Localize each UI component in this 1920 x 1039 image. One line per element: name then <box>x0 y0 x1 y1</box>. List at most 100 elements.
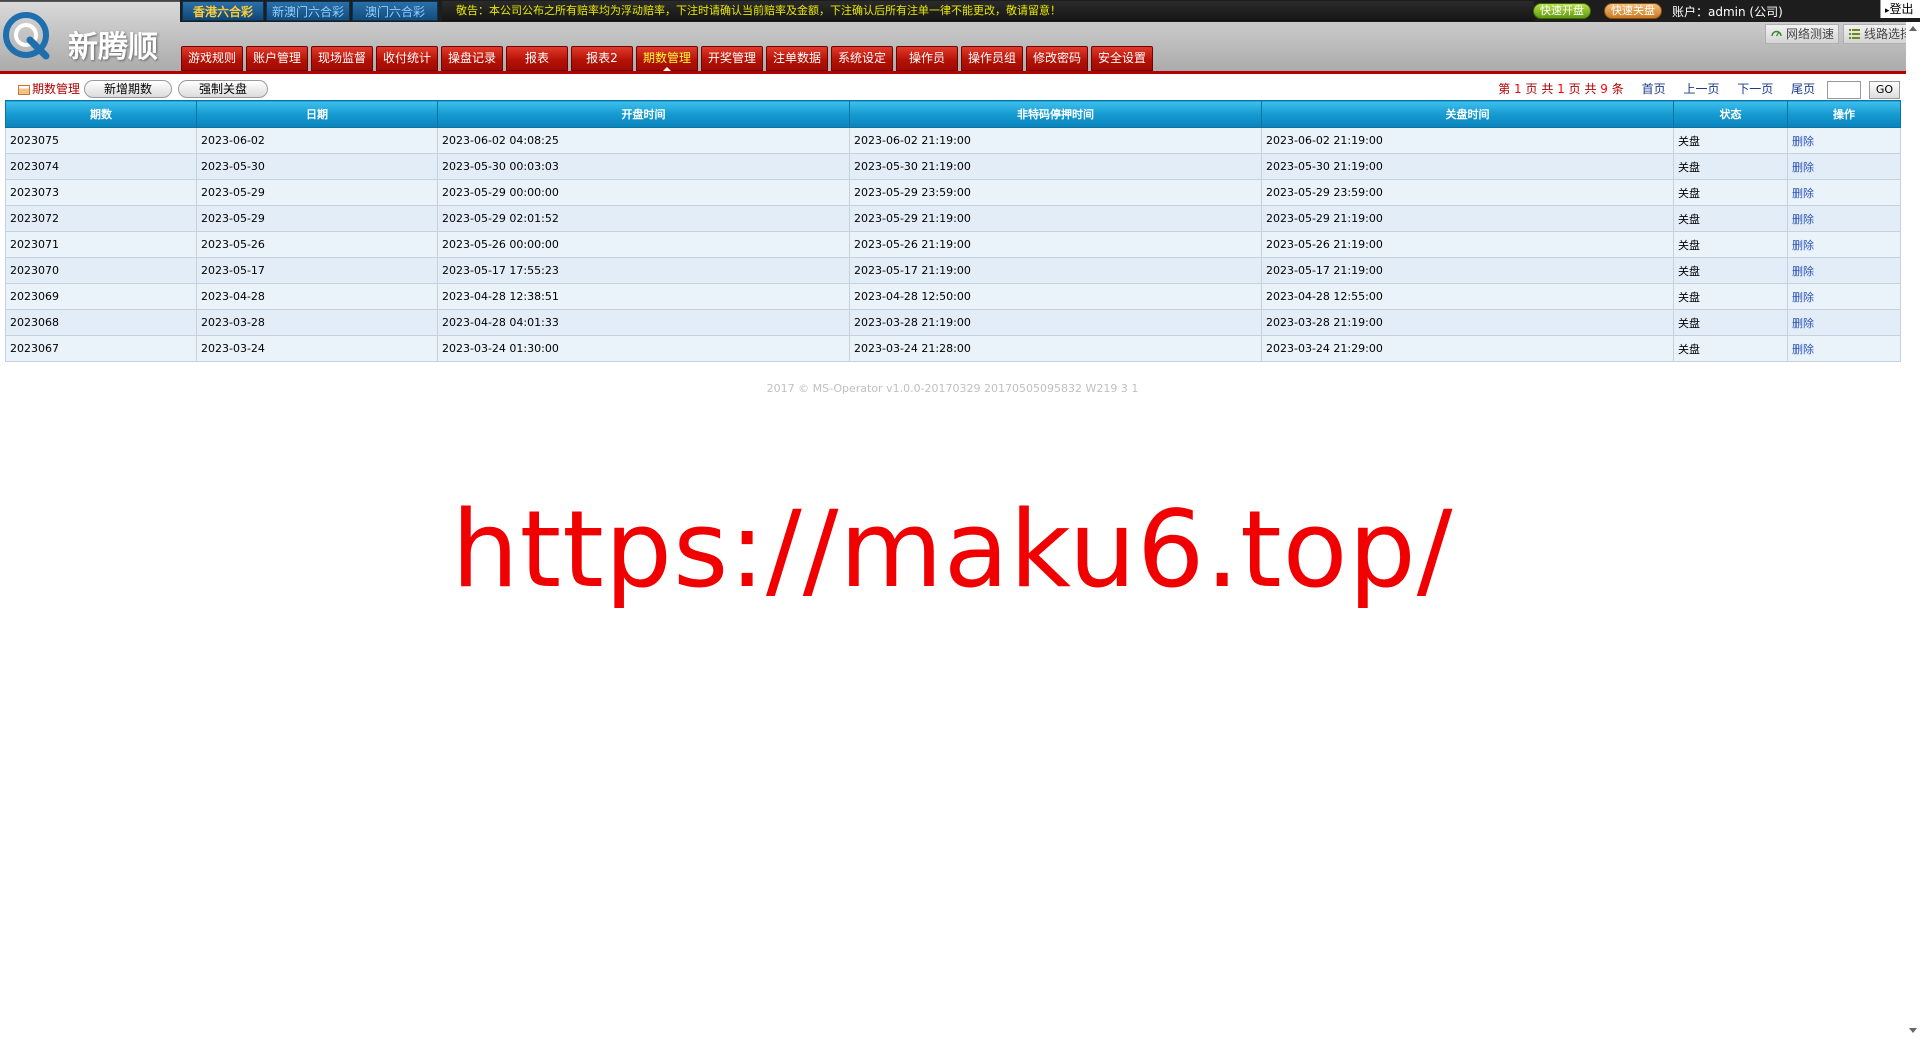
section-title-label: 期数管理 <box>32 82 81 96</box>
cell-stop-time: 2023-05-17 21:19:00 <box>849 257 1262 284</box>
cell-actions: 删除 <box>1787 231 1901 258</box>
nav-game-rules[interactable]: 游戏规则 <box>181 46 243 71</box>
cell-status: 关盘 <box>1673 127 1788 154</box>
cell-actions: 删除 <box>1787 127 1901 154</box>
column-header-date[interactable]: 日期 <box>196 100 438 128</box>
scroll-down-arrow-icon[interactable] <box>1909 1028 1917 1033</box>
cell-actions: 删除 <box>1787 309 1901 336</box>
column-header-open-time[interactable]: 开盘时间 <box>437 100 850 128</box>
cell-period: 2023075 <box>5 127 197 154</box>
delete-link[interactable]: 删除 <box>1792 187 1814 200</box>
nav-payment-stats[interactable]: 收付统计 <box>376 46 438 71</box>
cell-stop-time: 2023-04-28 12:50:00 <box>849 283 1262 310</box>
cell-date: 2023-03-28 <box>196 309 438 336</box>
column-header-non-special-stop-time[interactable]: 非特码停押时间 <box>849 100 1262 128</box>
table-row: 2023073 2023-05-29 2023-05-29 00:00:00 2… <box>5 179 1901 206</box>
pager-next-link[interactable]: 下一页 <box>1737 82 1773 96</box>
force-close-button[interactable]: 强制关盘 <box>178 80 268 98</box>
section-title: 期数管理 <box>18 80 80 97</box>
cell-close-time: 2023-05-29 21:19:00 <box>1261 205 1674 232</box>
add-period-button[interactable]: 新增期数 <box>84 80 172 98</box>
nav-report-2[interactable]: 报表2 <box>571 46 633 71</box>
watermark-url: https://maku6.top/ <box>451 488 1454 611</box>
cell-actions: 删除 <box>1787 179 1901 206</box>
column-header-status[interactable]: 状态 <box>1673 100 1788 128</box>
cell-period: 2023068 <box>5 309 197 336</box>
cell-open-time: 2023-05-29 00:00:00 <box>437 179 850 206</box>
delete-link[interactable]: 删除 <box>1792 265 1814 278</box>
column-header-actions[interactable]: 操作 <box>1787 100 1901 128</box>
cell-status: 关盘 <box>1673 179 1788 206</box>
delete-link[interactable]: 删除 <box>1792 135 1814 148</box>
go-button[interactable]: GO <box>1868 80 1900 99</box>
speed-test-button[interactable]: 网络测速 <box>1765 24 1840 44</box>
nav-change-password[interactable]: 修改密码 <box>1026 46 1088 71</box>
pager-prev-link[interactable]: 上一页 <box>1683 82 1719 96</box>
top-bar: 香港六合彩 新澳门六合彩 澳门六合彩 敬告：本公司公布之所有赔率均为浮动赔率，下… <box>180 0 1920 22</box>
nav-trade-records[interactable]: 操盘记录 <box>441 46 503 71</box>
vertical-scrollbar[interactable] <box>1906 22 1920 1039</box>
delete-link[interactable]: 删除 <box>1792 161 1814 174</box>
nav-bet-data[interactable]: 注单数据 <box>766 46 828 71</box>
nav-operator-groups[interactable]: 操作员组 <box>961 46 1023 71</box>
lottery-tab-macau[interactable]: 澳门六合彩 <box>352 1 438 21</box>
cell-status: 关盘 <box>1673 205 1788 232</box>
cell-close-time: 2023-04-28 12:55:00 <box>1261 283 1674 310</box>
pager-first-link[interactable]: 首页 <box>1642 82 1666 96</box>
cell-stop-time: 2023-03-24 21:28:00 <box>849 335 1262 362</box>
nav-system-settings[interactable]: 系统设定 <box>831 46 893 71</box>
cell-date: 2023-05-26 <box>196 231 438 258</box>
line-select-label: 线路选择 <box>1864 27 1913 41</box>
cell-period: 2023069 <box>5 283 197 310</box>
quick-open-button[interactable]: 快速开盘 <box>1533 3 1591 19</box>
lottery-tab-hk[interactable]: 香港六合彩 <box>182 1 264 21</box>
cell-period: 2023070 <box>5 257 197 284</box>
cell-close-time: 2023-03-28 21:19:00 <box>1261 309 1674 336</box>
page-number-input[interactable] <box>1826 80 1861 99</box>
cell-date: 2023-04-28 <box>196 283 438 310</box>
cell-close-time: 2023-06-02 21:19:00 <box>1261 127 1674 154</box>
table-row: 2023074 2023-05-30 2023-05-30 00:03:03 2… <box>5 153 1901 180</box>
nav-security-settings[interactable]: 安全设置 <box>1091 46 1153 71</box>
cell-stop-time: 2023-05-29 21:19:00 <box>849 205 1262 232</box>
cell-open-time: 2023-05-30 00:03:03 <box>437 153 850 180</box>
nav-period-management[interactable]: 期数管理 <box>636 46 698 71</box>
column-header-close-time[interactable]: 关盘时间 <box>1261 100 1674 128</box>
logout-label: 登出 <box>1889 2 1914 16</box>
cell-date: 2023-06-02 <box>196 127 438 154</box>
nav-account-management[interactable]: 账户管理 <box>246 46 308 71</box>
nav-live-monitor[interactable]: 现场监督 <box>311 46 373 71</box>
cell-stop-time: 2023-05-30 21:19:00 <box>849 153 1262 180</box>
cell-stop-time: 2023-05-29 23:59:00 <box>849 179 1262 206</box>
nav-operators[interactable]: 操作员 <box>896 46 958 71</box>
delete-link[interactable]: 删除 <box>1792 213 1814 226</box>
cell-close-time: 2023-05-26 21:19:00 <box>1261 231 1674 258</box>
cell-status: 关盘 <box>1673 231 1788 258</box>
logout-button[interactable]: ▸登出 <box>1880 0 1920 18</box>
speed-test-label: 网络测速 <box>1786 27 1835 41</box>
table-row: 2023067 2023-03-24 2023-03-24 01:30:00 2… <box>5 335 1901 362</box>
column-header-period[interactable]: 期数 <box>5 100 197 128</box>
logo-icon <box>3 12 50 60</box>
delete-link[interactable]: 删除 <box>1792 317 1814 330</box>
account-info: 账户：admin (公司) <box>1672 5 1783 19</box>
table-row: 2023071 2023-05-26 2023-05-26 00:00:00 2… <box>5 231 1901 258</box>
cell-open-time: 2023-06-02 04:08:25 <box>437 127 850 154</box>
nav-draw-management[interactable]: 开奖管理 <box>701 46 763 71</box>
pager-last-link[interactable]: 尾页 <box>1791 82 1815 96</box>
scroll-up-arrow-icon[interactable] <box>1909 26 1917 31</box>
cell-date: 2023-05-29 <box>196 179 438 206</box>
delete-link[interactable]: 删除 <box>1792 239 1814 252</box>
cell-stop-time: 2023-05-26 21:19:00 <box>849 231 1262 258</box>
cell-open-time: 2023-04-28 12:38:51 <box>437 283 850 310</box>
delete-link[interactable]: 删除 <box>1792 343 1814 356</box>
calendar-icon <box>18 85 30 95</box>
pager-prefix: 第 <box>1498 82 1511 96</box>
nav-report[interactable]: 报表 <box>506 46 568 71</box>
quick-close-button[interactable]: 快速关盘 <box>1604 3 1662 19</box>
cell-date: 2023-05-29 <box>196 205 438 232</box>
delete-link[interactable]: 删除 <box>1792 291 1814 304</box>
pager-mid-2: 页 共 <box>1568 82 1597 96</box>
brand-logo[interactable]: 新腾顺 <box>0 6 180 68</box>
lottery-tab-new-macau[interactable]: 新澳门六合彩 <box>266 1 350 21</box>
